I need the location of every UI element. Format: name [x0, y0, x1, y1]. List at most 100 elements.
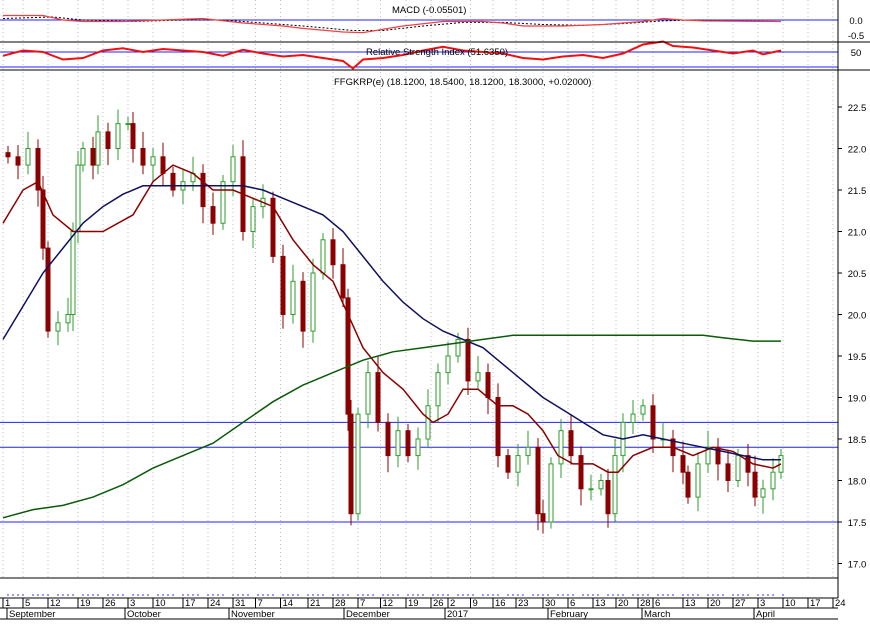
x-tick-label: 9: [473, 598, 478, 609]
y-tick-label: 17.0: [848, 560, 867, 571]
x-tick-label: 10: [785, 598, 796, 609]
macd-tick-label: 0.0: [849, 16, 862, 27]
x-tick-label: 12: [50, 598, 61, 609]
x-tick-label: 13: [685, 598, 696, 609]
x-tick-label: 17: [185, 598, 196, 609]
candle-down: [485, 372, 491, 399]
candle-down: [15, 156, 21, 166]
candle-up: [80, 148, 86, 166]
chart-title: FFGKRP(e) (18.1200, 18.5400, 18.1200, 18…: [334, 77, 591, 88]
candle-up: [70, 231, 76, 315]
x-tick-label: 7: [258, 598, 263, 609]
macd-label: MACD (-0.05501): [392, 5, 466, 16]
candle-down: [578, 455, 584, 490]
month-label: October: [127, 609, 161, 620]
candle-up: [115, 123, 121, 149]
candle-up: [548, 463, 554, 523]
y-tick-label: 18.0: [848, 477, 867, 488]
stock-chart: 0.0 -0.5 50 22.5 22.0 21.5 21.0 20.5 20.0 19.5 19.…: [0, 0, 870, 620]
x-tick-label: 12: [383, 598, 394, 609]
x-tick-label: 19: [408, 598, 419, 609]
candle-down: [130, 123, 136, 149]
x-tick-label: 10: [155, 598, 166, 609]
x-tick-label: 14: [283, 598, 294, 609]
candle-up: [435, 372, 441, 407]
candle-up: [150, 156, 156, 166]
candle-down: [90, 148, 96, 166]
y-tick-label: 18.5: [848, 435, 867, 446]
candle-down: [405, 430, 411, 457]
x-tick-label: 6: [655, 598, 660, 609]
rsi-tick-label: 50: [851, 48, 862, 59]
candle-up: [320, 239, 326, 274]
month-label: 2017: [447, 609, 468, 620]
candle-up: [25, 148, 31, 166]
candle-down: [465, 338, 471, 382]
x-tick-label: 20: [710, 598, 721, 609]
x-tick-label: 17: [810, 598, 821, 609]
candle-up: [220, 181, 226, 224]
x-tick-label: 23: [518, 598, 529, 609]
candle-up: [770, 471, 776, 490]
candle-up: [695, 463, 701, 498]
candle-up: [735, 455, 741, 482]
x-tick-label: 6: [570, 598, 575, 609]
candle-up: [415, 438, 421, 457]
candle-down: [375, 372, 381, 423]
candle-down: [605, 480, 611, 515]
candle-up: [612, 455, 618, 515]
x-tick-label: 3: [130, 598, 135, 609]
candle-up: [598, 480, 604, 490]
candle-down: [45, 247, 51, 332]
candle-down: [340, 264, 346, 299]
candle-up: [290, 280, 296, 315]
y-tick-label: 21.5: [848, 186, 867, 197]
candle-up: [65, 314, 71, 324]
candle-up: [395, 430, 401, 457]
month-label: February: [550, 609, 588, 620]
candle-up: [525, 446, 531, 457]
candle-up: [630, 413, 636, 423]
month-label: September: [9, 609, 55, 620]
candle-up: [558, 430, 564, 465]
x-tick-label: 21: [310, 598, 321, 609]
candle-down: [745, 455, 751, 473]
candle-up: [588, 488, 594, 491]
candle-up: [230, 156, 236, 183]
x-tick-label: 28: [335, 598, 346, 609]
candle-up: [640, 405, 646, 415]
y-tick-label: 20.5: [848, 269, 867, 280]
rsi-label: Relative Strength Index (51.6350): [366, 47, 508, 58]
candle-down: [5, 152, 11, 158]
x-tick-label: 7: [360, 598, 365, 609]
candle-up: [760, 488, 766, 498]
candle-up: [455, 338, 461, 357]
x-tick-label: 26: [433, 598, 444, 609]
candle-up: [365, 372, 371, 415]
candle-up: [55, 322, 61, 332]
candle-down: [685, 471, 691, 498]
candle-down: [330, 239, 336, 266]
x-tick-label: 31: [235, 598, 246, 609]
month-label: December: [346, 609, 390, 620]
x-tick-label: 2: [450, 598, 455, 609]
candle-up: [95, 131, 101, 166]
candle-down: [210, 206, 216, 224]
candle-down: [650, 405, 656, 440]
y-tick-label: 19.5: [848, 352, 867, 363]
x-tick-label: 5: [25, 598, 30, 609]
x-tick-label: 19: [80, 598, 91, 609]
candle-down: [105, 131, 111, 149]
x-tick-label: 24: [210, 598, 221, 609]
candle-down: [752, 471, 758, 498]
candle-up: [355, 413, 361, 515]
candle-down: [535, 446, 541, 515]
x-tick-label: 28: [640, 598, 651, 609]
y-tick-label: 21.0: [848, 228, 867, 239]
candle-up: [310, 272, 316, 332]
x-tick-label: 24: [835, 598, 846, 609]
candle-up: [75, 164, 81, 233]
x-tick-label: 16: [495, 598, 506, 609]
month-label: April: [756, 609, 775, 620]
candle-down: [385, 421, 391, 457]
